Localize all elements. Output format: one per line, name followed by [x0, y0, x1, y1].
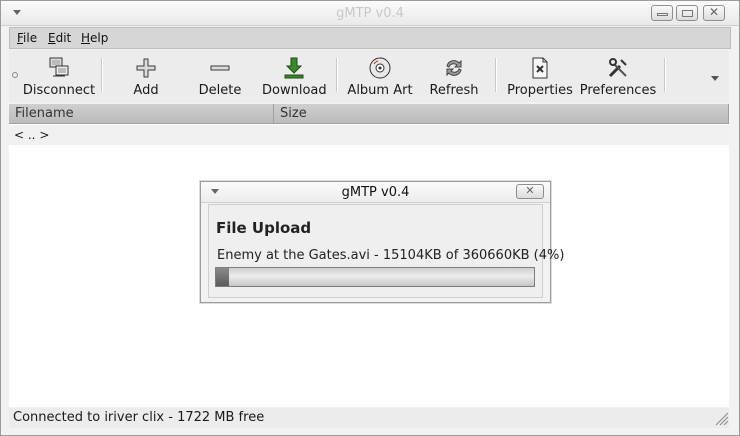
menu-edit[interactable]: Edit	[48, 31, 71, 45]
column-header-size[interactable]: Size	[274, 104, 729, 124]
main-window: gMTP v0.4 ✕ File Edit Help Disconnect Ad…	[0, 0, 740, 436]
disconnect-button[interactable]: Disconnect	[22, 52, 96, 98]
disconnect-icon	[49, 57, 69, 77]
toolbar: Disconnect Add Delete Download Album Art…	[9, 50, 729, 102]
album-art-button[interactable]: Album Art	[347, 52, 413, 98]
disconnect-label: Disconnect	[22, 83, 96, 98]
add-button[interactable]: Add	[120, 52, 172, 98]
toolbar-overflow-icon[interactable]	[711, 76, 719, 81]
close-icon: ✕	[525, 184, 535, 197]
filename-cell: < .. >	[14, 128, 50, 142]
close-icon: ✕	[708, 5, 720, 19]
plus-icon	[136, 58, 156, 78]
preferences-label: Preferences	[579, 83, 657, 98]
download-button[interactable]: Download	[262, 52, 327, 98]
refresh-button[interactable]: Refresh	[427, 52, 481, 98]
add-label: Add	[133, 83, 159, 98]
close-button[interactable]: ✕	[703, 5, 725, 21]
menu-help[interactable]: Help	[81, 31, 108, 45]
refresh-arrows-icon	[446, 59, 462, 77]
toolbar-separator	[495, 58, 497, 92]
dialog-close-button[interactable]: ✕	[516, 184, 544, 199]
title-bar[interactable]: gMTP v0.4 ✕	[1, 1, 739, 26]
maximize-button[interactable]	[676, 5, 698, 21]
dialog-title-bar[interactable]: gMTP v0.4 ✕	[201, 182, 550, 203]
album-art-label: Album Art	[347, 83, 413, 98]
column-header-filename[interactable]: Filename	[9, 104, 274, 124]
download-arrow-icon	[284, 57, 304, 79]
delete-label: Delete	[198, 83, 242, 98]
resize-grip-icon[interactable]	[713, 410, 729, 426]
tools-icon	[608, 58, 627, 78]
menu-file[interactable]: File	[17, 31, 37, 45]
document-properties-icon	[532, 57, 548, 79]
menu-bar: File Edit Help	[9, 27, 731, 49]
upload-dialog: gMTP v0.4 ✕ File Upload Enemy at the Gat…	[200, 181, 564, 303]
refresh-label: Refresh	[429, 83, 479, 98]
window-title: gMTP v0.4	[336, 6, 404, 21]
preferences-button[interactable]: Preferences	[579, 52, 657, 98]
minimize-button[interactable]	[651, 5, 673, 21]
dialog-title: gMTP v0.4	[341, 185, 410, 200]
toolbar-separator	[101, 58, 103, 92]
status-bar: Connected to iriver clix - 1722 MB free	[9, 408, 729, 428]
minus-icon	[210, 65, 230, 71]
maximize-icon	[682, 10, 693, 17]
upload-progress-bar	[215, 267, 535, 287]
toolbar-separator	[336, 58, 338, 92]
toolbar-grip-icon[interactable]	[12, 72, 18, 78]
dialog-body: File Upload Enemy at the Gates.avi - 151…	[208, 204, 564, 298]
progress-fill	[216, 268, 229, 286]
download-label: Download	[262, 83, 327, 98]
minimize-icon	[657, 13, 668, 16]
status-text: Connected to iriver clix - 1722 MB free	[13, 410, 265, 425]
upload-status-message: Enemy at the Gates.avi - 15104KB of 3606…	[217, 248, 565, 263]
toolbar-separator	[664, 58, 666, 92]
properties-label: Properties	[507, 83, 573, 98]
table-row[interactable]: < .. >	[9, 125, 729, 145]
properties-button[interactable]: Properties	[506, 52, 574, 98]
dialog-heading: File Upload	[216, 219, 312, 237]
delete-button[interactable]: Delete	[193, 52, 247, 98]
cd-disc-icon	[369, 57, 391, 79]
